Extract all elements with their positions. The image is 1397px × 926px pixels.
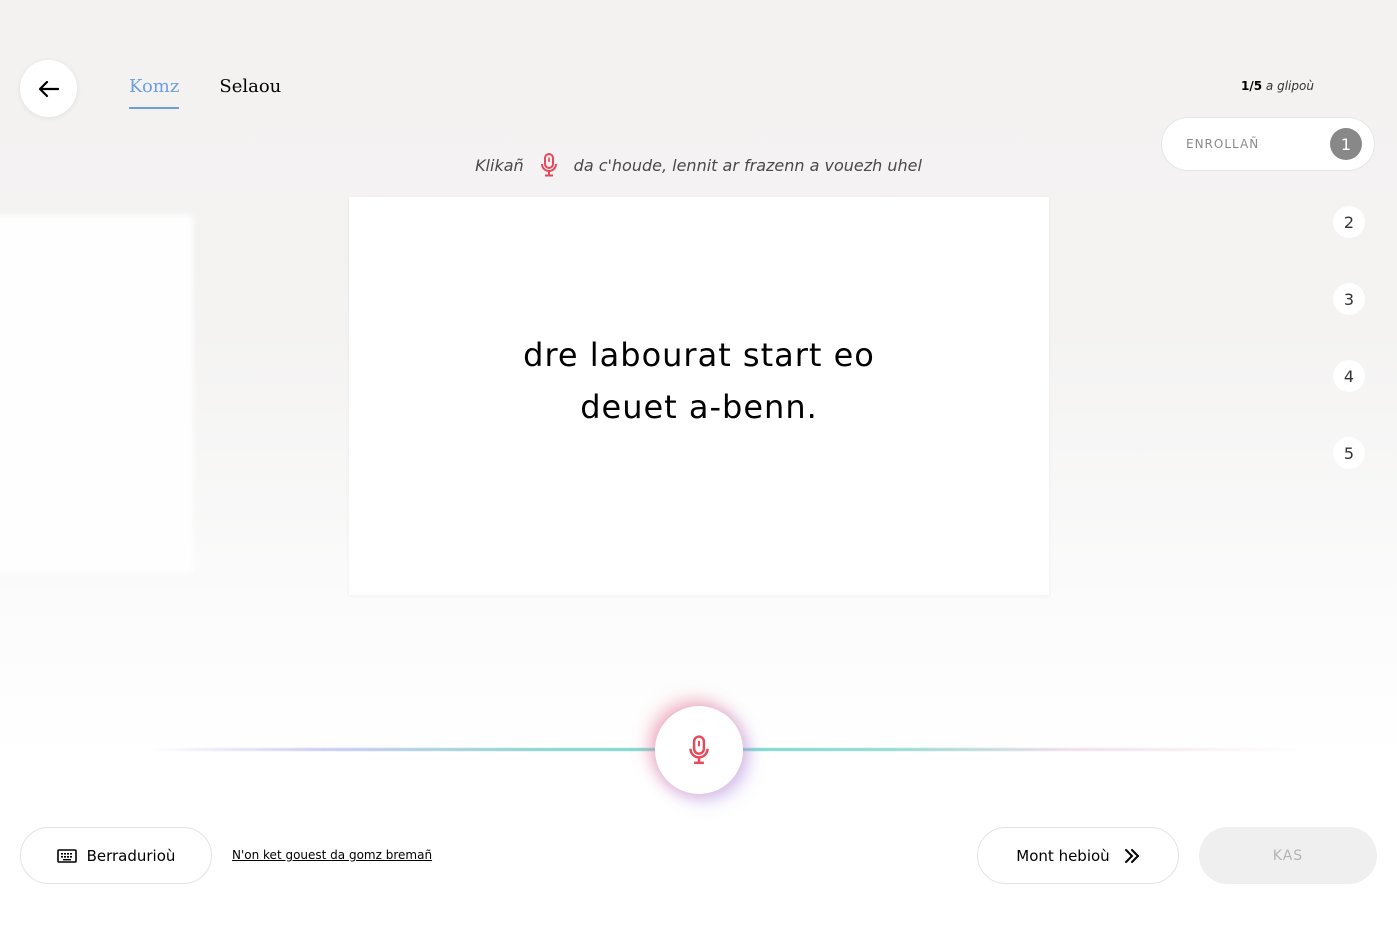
clip-progress: 1/5 a glipoù	[1241, 79, 1314, 93]
clip-progress-count: 1/5	[1241, 79, 1263, 93]
back-button[interactable]	[20, 60, 77, 117]
mode-tabs: Komz Selaou	[129, 76, 281, 109]
hint-text-after: da c'houde, lennit ar frazenn a vouezh u…	[573, 155, 922, 175]
shortcuts-label: Berradurioù	[86, 846, 176, 865]
arrow-left-icon	[38, 80, 59, 97]
previous-card	[0, 215, 193, 572]
step-3[interactable]: 3	[1333, 283, 1365, 315]
step-1-label: ENROLLAÑ	[1186, 137, 1260, 151]
step-1[interactable]: ENROLLAÑ 1	[1161, 117, 1375, 171]
microphone-icon	[540, 153, 558, 177]
keyboard-icon	[56, 848, 77, 863]
step-1-number: 1	[1330, 128, 1362, 160]
step-5[interactable]: 5	[1333, 437, 1365, 469]
sentence-text: dre labourat start eo deuet a-benn.	[523, 336, 875, 426]
cant-speak-link[interactable]: N'on ket gouest da gomz bremañ	[232, 848, 432, 862]
step-4[interactable]: 4	[1333, 360, 1365, 392]
step-2[interactable]: 2	[1333, 206, 1365, 238]
double-chevron-right-icon	[1124, 848, 1140, 863]
sentence-card: dre labourat start eo deuet a-benn.	[349, 197, 1049, 595]
shortcuts-button[interactable]: Berradurioù	[20, 827, 212, 884]
tab-listen[interactable]: Selaou	[219, 76, 281, 109]
hint-text-before: Klikañ	[475, 155, 524, 175]
submit-button[interactable]: KAS	[1199, 827, 1377, 884]
skip-button[interactable]: Mont hebioù	[977, 827, 1179, 884]
microphone-icon	[688, 735, 710, 765]
tab-speak[interactable]: Komz	[129, 76, 180, 109]
skip-label: Mont hebioù	[1016, 846, 1110, 865]
record-button[interactable]	[655, 706, 743, 794]
clip-progress-label: a glipoù	[1265, 79, 1314, 93]
